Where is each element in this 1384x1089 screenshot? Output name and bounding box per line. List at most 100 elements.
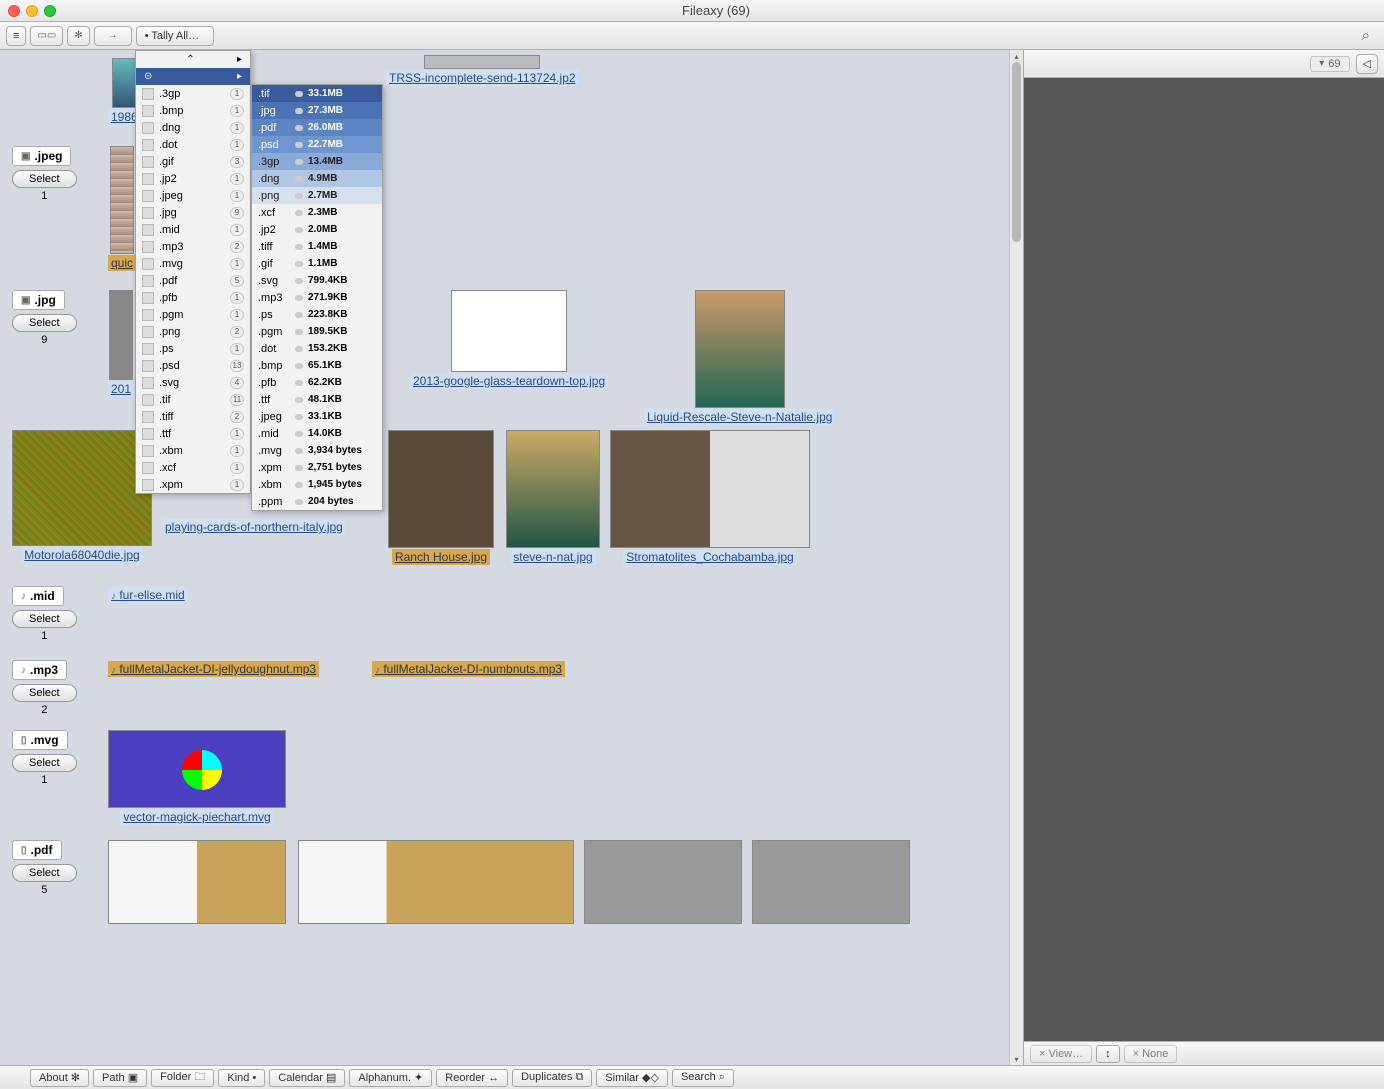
folder-button[interactable]: Folder 🗀 <box>151 1069 214 1087</box>
thumbnail-image[interactable] <box>108 840 286 924</box>
ext-menu-item[interactable]: .mid1 <box>136 221 250 238</box>
select-button-mp3[interactable]: Select <box>12 684 77 702</box>
size-menu-item[interactable]: .xbm1,945 bytes <box>252 476 382 493</box>
size-menu-item[interactable]: .ppm204 bytes <box>252 493 382 510</box>
ext-menu-item[interactable]: .3gp1 <box>136 85 250 102</box>
thumbnail-image[interactable] <box>108 730 286 808</box>
ext-menu-item[interactable]: .pdf5 <box>136 272 250 289</box>
thumbnail-caption[interactable]: Ranch House.jpg <box>392 549 490 565</box>
path-button[interactable]: Path ▣ <box>93 1069 147 1087</box>
thumbnail-image[interactable] <box>506 430 600 548</box>
thumbnail-image[interactable] <box>12 430 152 546</box>
select-button-pdf[interactable]: Select <box>12 864 77 882</box>
size-menu-item[interactable]: .3gp13.4MB <box>252 153 382 170</box>
ext-menu-item[interactable]: .dot1 <box>136 136 250 153</box>
select-button-jpeg[interactable]: Select <box>12 170 77 188</box>
preview-pane[interactable] <box>1024 78 1384 1041</box>
minimize-window-button[interactable] <box>26 5 38 17</box>
size-menu-item[interactable]: .jp22.0MB <box>252 221 382 238</box>
ext-menu-item[interactable]: .xbm1 <box>136 442 250 459</box>
size-menu-item[interactable]: .pfb62.2KB <box>252 374 382 391</box>
extension-dropdown[interactable]: ⌃▸ ⊝▸ .3gp1.bmp1.dng1.dot1.gif3.jp21.jpe… <box>135 50 251 494</box>
thumbnail-caption[interactable]: 201 <box>108 381 134 397</box>
size-menu-item[interactable]: .dng4.9MB <box>252 170 382 187</box>
size-menu-item[interactable]: .ttf48.1KB <box>252 391 382 408</box>
view-button[interactable]: × View… <box>1030 1045 1092 1063</box>
size-menu-item[interactable]: .tif33.1MB <box>252 85 382 102</box>
ext-menu-item[interactable]: .ttf1 <box>136 425 250 442</box>
size-menu-item[interactable]: .mp3271.9KB <box>252 289 382 306</box>
file-grid-pane[interactable]: 1986 TRSS-incomplete-send-113724.jp2 ▣.j… <box>0 50 1024 1065</box>
size-menu-item[interactable]: .psd22.7MB <box>252 136 382 153</box>
ext-menu-item[interactable]: .tiff2 <box>136 408 250 425</box>
thumbnail-caption[interactable]: Stromatolites_Cochabamba.jpg <box>623 549 796 565</box>
thumbnail-caption[interactable]: Liquid-Rescale-Steve-n-Natalie.jpg <box>644 409 835 425</box>
size-menu-item[interactable]: .tiff1.4MB <box>252 238 382 255</box>
sort-toggle-button[interactable]: ↕ <box>1096 1045 1120 1063</box>
close-window-button[interactable] <box>8 5 20 17</box>
settings-button[interactable]: ✻ <box>67 26 89 46</box>
ext-menu-item[interactable]: .mp32 <box>136 238 250 255</box>
ext-menu-item[interactable]: .jpg9 <box>136 204 250 221</box>
ext-menu-item[interactable]: .png2 <box>136 323 250 340</box>
thumbnail-caption[interactable]: TRSS-incomplete-send-113724.jp2 <box>386 70 579 86</box>
thumbnail-caption[interactable]: quic <box>108 255 136 271</box>
alphanum-button[interactable]: Alphanum. ✦ <box>349 1069 432 1087</box>
size-dropdown[interactable]: .tif33.1MB.jpg27.3MB.pdf26.0MB.psd22.7MB… <box>251 84 383 511</box>
dropdown-collapse-row[interactable]: ⌃▸ <box>136 51 250 68</box>
thumbnail-image[interactable] <box>451 290 567 372</box>
size-menu-item[interactable]: .dot153.2KB <box>252 340 382 357</box>
about-button[interactable]: About ✻ <box>30 1069 89 1087</box>
ext-menu-item[interactable]: .tif11 <box>136 391 250 408</box>
thumbnail-caption[interactable]: 2013-google-glass-teardown-top.jpg <box>410 373 608 389</box>
zoom-window-button[interactable] <box>44 5 56 17</box>
size-menu-item[interactable]: .jpeg33.1KB <box>252 408 382 425</box>
ext-menu-item[interactable]: .xpm1 <box>136 476 250 493</box>
scroll-up-arrow[interactable]: ▴ <box>1010 50 1023 62</box>
similar-button[interactable]: Similar ◆◇ <box>596 1069 668 1087</box>
calendar-button[interactable]: Calendar ▤ <box>269 1069 345 1087</box>
size-menu-item[interactable]: .bmp65.1KB <box>252 357 382 374</box>
thumbnail-image[interactable] <box>695 290 785 408</box>
ext-menu-item[interactable]: .mvg1 <box>136 255 250 272</box>
thumbnail-image[interactable] <box>109 290 133 380</box>
tally-all-button[interactable]: • Tally All… <box>136 26 214 46</box>
thumbnail-image[interactable] <box>298 840 574 924</box>
ext-menu-item[interactable]: .ps1 <box>136 340 250 357</box>
thumbnail-caption[interactable]: ♪ fullMetalJacket-DI-numbnuts.mp3 <box>372 661 565 677</box>
search-icon[interactable]: ⌕ <box>1362 27 1370 44</box>
size-menu-item[interactable]: .xpm2,751 bytes <box>252 459 382 476</box>
size-menu-item[interactable]: .pdf26.0MB <box>252 119 382 136</box>
vertical-scrollbar[interactable]: ▴ ▾ <box>1009 50 1023 1065</box>
size-menu-item[interactable]: .xcf2.3MB <box>252 204 382 221</box>
thumbnail-image[interactable] <box>752 840 910 924</box>
layout-button[interactable]: ▭▭ <box>30 26 63 46</box>
ext-menu-item[interactable]: .psd13 <box>136 357 250 374</box>
back-button[interactable]: ◁ <box>1356 54 1378 74</box>
thumbnail-image[interactable] <box>424 55 540 69</box>
scrollbar-thumb[interactable] <box>1012 62 1021 242</box>
size-menu-item[interactable]: .mid14.0KB <box>252 425 382 442</box>
select-button-mid[interactable]: Select <box>12 610 77 628</box>
size-menu-item[interactable]: .jpg27.3MB <box>252 102 382 119</box>
thumbnail-caption[interactable]: ♪ fullMetalJacket-DI-jellydoughnut.mp3 <box>108 661 319 677</box>
ext-menu-item[interactable]: .bmp1 <box>136 102 250 119</box>
menu-button[interactable]: ≡ <box>6 26 26 46</box>
ext-menu-item[interactable]: .jp21 <box>136 170 250 187</box>
ext-menu-item[interactable]: .pfb1 <box>136 289 250 306</box>
reorder-button[interactable]: Reorder ↔ <box>436 1069 508 1087</box>
thumbnail-image[interactable] <box>584 840 742 924</box>
kind-button[interactable]: Kind • <box>218 1069 265 1087</box>
ext-menu-item[interactable]: .jpeg1 <box>136 187 250 204</box>
size-menu-item[interactable]: .ps223.8KB <box>252 306 382 323</box>
thumbnail-caption[interactable]: playing-cards-of-northern-italy.jpg <box>162 519 346 535</box>
size-menu-item[interactable]: .png2.7MB <box>252 187 382 204</box>
forward-button[interactable]: → <box>94 26 132 46</box>
ext-menu-item[interactable]: .xcf1 <box>136 459 250 476</box>
thumbnail-caption[interactable]: vector-magick-piechart.mvg <box>120 809 273 825</box>
thumbnail-image[interactable] <box>112 58 136 108</box>
thumbnail-image[interactable] <box>610 430 810 548</box>
size-menu-item[interactable]: .pgm189.5KB <box>252 323 382 340</box>
ext-menu-item[interactable]: .dng1 <box>136 119 250 136</box>
size-menu-item[interactable]: .mvg3,934 bytes <box>252 442 382 459</box>
